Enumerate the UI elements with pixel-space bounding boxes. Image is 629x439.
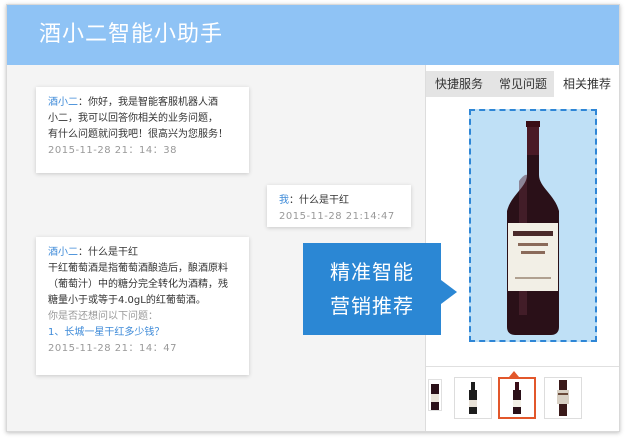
suggestion-hint: 你是否还想问以下问题： (48, 311, 158, 322)
callout-arrow (441, 280, 457, 304)
bot-message: 酒小二：你好，我是智能客服机器人酒 小二，我可以回答你相关的业务问题， 有什么问… (36, 87, 249, 173)
message-time: 2015-11-28 21:14:47 (279, 211, 395, 222)
message-line: 小二，我可以回答你相关的业务问题， (48, 113, 218, 124)
message-sender: 酒小二 (48, 97, 78, 108)
message-line: 干红葡萄酒是指葡萄酒酿造后，酿酒原料 (48, 263, 228, 274)
wine-bottle-image (507, 121, 559, 335)
user-message: 我：什么是干红 2015-11-28 21:14:47 (267, 185, 411, 227)
message-line: （葡萄汁）中的糖分完全转化为酒精，残 (48, 279, 228, 290)
bot-message: 酒小二：什么是干红 干红葡萄酒是指葡萄酒酿造后，酿酒原料 （葡萄汁）中的糖分完全… (36, 237, 249, 375)
message-line: 有什么问题就问我吧！很高兴为您服务！ (48, 129, 228, 140)
thumbnail-wine-3[interactable] (544, 377, 582, 419)
callout-line: 精准智能 (330, 260, 414, 284)
marketing-callout: 精准智能 营销推荐 (303, 243, 441, 335)
callout-line: 营销推荐 (330, 294, 414, 318)
tab-quick-service[interactable]: 快捷服务 (426, 71, 492, 97)
thumbnail-strip (426, 366, 619, 421)
thumbnail-partial[interactable] (428, 379, 442, 411)
message-line: ：什么是干红 (78, 247, 138, 258)
thumbnail-wine-2[interactable] (498, 377, 536, 419)
message-line: ：你好，我是智能客服机器人酒 (78, 97, 218, 108)
app-title: 酒小二智能小助手 (39, 22, 224, 47)
product-image-frame[interactable] (469, 109, 597, 342)
message-line: 糖量小于或等于4.0gL的红葡萄酒。 (48, 295, 206, 306)
message-sender: 我 (279, 195, 289, 206)
chat-window: 酒小二智能小助手 酒小二：你好，我是智能客服机器人酒 小二，我可以回答你相关的业… (6, 4, 620, 432)
header: 酒小二智能小助手 (7, 5, 619, 65)
suggested-question-link[interactable]: 1、长城一星干红多少钱？ (48, 325, 237, 341)
thumbnail-wine-1[interactable] (454, 377, 492, 419)
message-line: ：什么是干红 (289, 195, 349, 206)
side-tabs: 快捷服务 常见问题 相关推荐 (426, 71, 619, 97)
selected-thumbnail-arrow (509, 371, 519, 377)
tab-faq[interactable]: 常见问题 (492, 71, 554, 97)
side-panel: 快捷服务 常见问题 相关推荐 (425, 65, 619, 431)
message-sender: 酒小二 (48, 247, 78, 258)
message-time: 2015-11-28 21：14：47 (48, 343, 177, 354)
tab-recommendations[interactable]: 相关推荐 (554, 71, 619, 97)
message-time: 2015-11-28 21：14：38 (48, 145, 177, 156)
